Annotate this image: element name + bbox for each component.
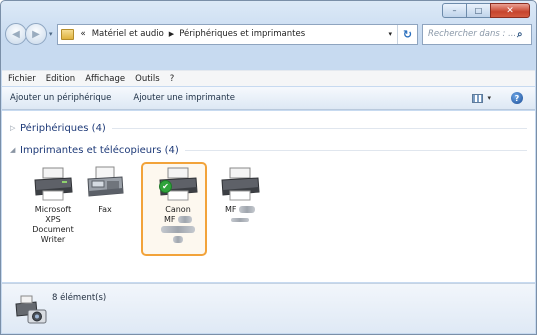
forward-arrow-icon: ▶ [32, 28, 40, 40]
printer-name-line: Fax [98, 205, 112, 214]
breadcrumb-devices-printers[interactable]: Périphériques et imprimantes [179, 29, 305, 39]
printer-name-redacted [209, 215, 271, 225]
printers-group-label: Imprimantes et télécopieurs (4) [20, 144, 179, 156]
printer-name-line: Canon [165, 205, 191, 214]
refresh-icon[interactable]: ↻ [397, 24, 417, 44]
printer-name-line: MF [209, 205, 271, 215]
explorer-window: – □ ✕ ◀ ▶ ▾ « Matériel et audio ▶ Périph… [0, 0, 537, 335]
back-button[interactable]: ◀ [5, 23, 27, 45]
printer-icon [219, 166, 261, 202]
printers-group-header[interactable]: ◢ Imprimantes et télécopieurs (4) [10, 142, 527, 158]
close-button[interactable]: ✕ [490, 3, 530, 18]
printer-item-mf[interactable]: MF [209, 166, 271, 225]
expand-arrow-icon[interactable]: ▷ [10, 124, 20, 132]
caption-buttons: – □ ✕ [442, 3, 530, 18]
control-panel-icon [60, 28, 74, 40]
printer-name-redacted [147, 235, 209, 245]
item-count: 8 élément(s) [52, 293, 107, 303]
printer-icon [32, 166, 74, 202]
search-icon[interactable]: ⌕ [517, 29, 531, 40]
details-pane: 8 élément(s) [2, 283, 535, 333]
printer-item-fax[interactable]: Fax [74, 166, 136, 215]
address-bar[interactable]: « Matériel et audio ▶ Périphériques et i… [56, 23, 418, 45]
printer-icon: ✔ [157, 166, 199, 202]
menu-help[interactable]: ? [170, 74, 175, 84]
menu-file[interactable]: Fichier [8, 74, 36, 84]
printer-name-line: Writer [40, 235, 66, 244]
view-options-icon[interactable] [472, 93, 484, 103]
navigation-row: ◀ ▶ ▾ « Matériel et audio ▶ Périphérique… [5, 21, 532, 47]
add-device-button[interactable]: Ajouter un périphérique [10, 93, 111, 103]
group-divider [111, 127, 527, 129]
menu-edit[interactable]: Edition [46, 74, 75, 84]
address-dropdown-icon[interactable]: ▾ [388, 30, 392, 38]
menu-view[interactable]: Affichage [85, 74, 125, 84]
back-arrow-icon: ◀ [12, 28, 20, 40]
menu-tools[interactable]: Outils [135, 74, 160, 84]
devices-camera-icon [14, 294, 48, 326]
printer-name-line: XPS [45, 215, 61, 224]
printer-name-redacted [147, 225, 209, 235]
default-printer-check-icon: ✔ [159, 180, 172, 193]
help-icon[interactable]: ? [511, 92, 523, 104]
search-placeholder: Rechercher dans : ... [428, 29, 517, 39]
recent-pages-dropdown[interactable]: ▾ [49, 30, 53, 38]
devices-group-label: Périphériques (4) [20, 122, 106, 134]
forward-button[interactable]: ▶ [25, 23, 47, 45]
device-list-pane: ▷ Périphériques (4) ◢ Imprimantes et tél… [2, 111, 535, 282]
printer-name-line: MF [147, 215, 209, 225]
devices-group-header[interactable]: ▷ Périphériques (4) [10, 120, 527, 136]
collapse-arrow-icon[interactable]: ◢ [10, 146, 20, 154]
search-input[interactable]: Rechercher dans : ... ⌕ [422, 23, 532, 45]
breadcrumb-overflow[interactable]: « [81, 29, 86, 39]
maximize-button[interactable]: □ [466, 3, 491, 18]
group-divider [184, 149, 527, 151]
breadcrumb-separator-icon[interactable]: ▶ [169, 30, 174, 38]
minimize-button[interactable]: – [442, 3, 467, 18]
fax-icon [84, 166, 126, 202]
command-bar: Ajouter un périphérique Ajouter une impr… [2, 87, 535, 110]
add-printer-button[interactable]: Ajouter une imprimante [133, 93, 235, 103]
printer-name-line: Document [32, 225, 74, 234]
printer-item-canon[interactable]: ✔ Canon MF [141, 162, 209, 256]
menu-bar: Fichier Edition Affichage Outils ? [2, 70, 535, 86]
breadcrumb-hardware-sound[interactable]: Matériel et audio [92, 29, 164, 39]
view-dropdown-icon[interactable]: ▾ [487, 94, 491, 102]
